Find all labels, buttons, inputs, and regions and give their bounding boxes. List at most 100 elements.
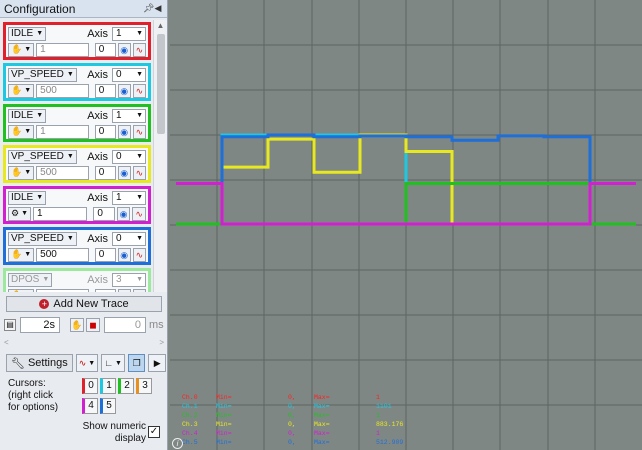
trace-row-2: ✋ ▼ 1 0 ◉ ∿ [8,124,147,139]
scope-plot[interactable]: Ch.0 Min= 0, Max= 1 Ch.1 Min= 0, Max= 1101 Ch.2 Min… [170,0,642,450]
trace-mode-dropdown[interactable]: ✋▼ [8,83,35,98]
trigger-wave-icon[interactable]: ∿ [132,206,146,221]
pin-icon[interactable]: 📌︎ [143,3,154,14]
trigger-stop-icon[interactable]: ◼ [86,318,100,332]
cursors-label-line1: Cursors: [8,378,46,389]
time-slider[interactable]: < > [4,338,164,348]
trace-mode-dropdown[interactable]: ✋▼ [8,42,35,57]
trace-type-dropdown[interactable]: DPOS ▼ [8,272,53,287]
eye-icon[interactable]: ◉ [117,124,131,139]
trace-offset-input[interactable]: 0 [94,247,116,262]
trace-offset-input[interactable]: 0 [93,206,115,221]
trace-config-2: IDLE ▼ Axis 1 ▼ ✋ ▼ 1 0 ◉ ∿ [3,104,151,142]
trigger-icon[interactable]: ✋ [70,318,84,332]
chevron-down-icon: ▼ [24,46,32,53]
trace-param-input[interactable]: 500 [36,247,89,262]
hand-icon: ✋ [11,126,23,136]
trace-list-scrollbar[interactable]: ▲ [153,20,167,292]
readout-1-0: Ch.1 [182,403,198,410]
trace-offset-input[interactable]: 0 [94,42,116,57]
slider-left-icon[interactable]: < [4,338,9,348]
trigger-wave-icon[interactable]: ∿ [132,124,147,139]
trace-type-dropdown[interactable]: IDLE ▼ [8,190,47,205]
axis-dropdown[interactable]: 1 ▼ [112,26,146,41]
cursor-button-4[interactable]: 4 [82,398,98,414]
eye-icon[interactable]: ◉ [117,247,131,262]
trace-mode-dropdown[interactable]: ✋▼ [8,247,35,262]
trace-offset-input[interactable]: 0 [94,83,116,98]
trace-row-2: ✋▼ ◉∿ [8,288,147,292]
trace-param-input[interactable]: 500 [36,165,89,180]
chevron-down-icon: ▼ [88,359,96,367]
slider-right-icon[interactable]: > [159,338,164,348]
panel-title: Configuration [4,1,76,16]
axis-dropdown[interactable]: 0 ▼ [112,231,146,246]
trace-mode-dropdown[interactable]: ✋▼ [8,124,35,139]
eye-icon[interactable]: ◉ [117,288,131,292]
trace-offset-input[interactable]: 0 [94,124,116,139]
axis-dropdown[interactable]: 1 ▼ [112,108,146,123]
trace-mode-dropdown[interactable]: ⚙ ▼ [8,206,32,221]
trace-type-dropdown[interactable]: VP_SPEED ▼ [8,231,77,246]
edge-icon: ∟ [104,358,114,368]
axis-dropdown[interactable]: 1 ▼ [112,190,146,205]
trigger-wave-icon[interactable]: ∿ [132,288,147,292]
delay-input[interactable]: 0 [104,317,146,333]
hand-icon: ✋ [11,85,23,95]
readout-4-4: 1 [376,430,380,437]
eye-icon[interactable]: ◉ [117,42,131,57]
trace-param-input[interactable]: 1 [36,124,89,139]
eye-icon[interactable]: ◉ [117,165,131,180]
chevron-down-icon: ▼ [36,194,44,201]
eye-icon[interactable]: ◉ [117,83,131,98]
cursor-button-1[interactable]: 1 [100,378,116,394]
add-new-trace-button[interactable]: + Add New Trace [6,296,162,312]
cursor-button-2[interactable]: 2 [118,378,134,394]
trace-type-dropdown[interactable]: VP_SPEED ▼ [8,67,77,82]
trace-type-dropdown[interactable]: IDLE ▼ [8,108,47,123]
scroll-up-icon[interactable]: ▲ [154,20,167,32]
axis-dropdown[interactable]: 0 ▼ [112,149,146,164]
add-new-trace-label: Add New Trace [53,298,129,310]
trace-param-input[interactable] [36,288,89,292]
trace-offset-input[interactable] [94,288,116,292]
trace-mode-dropdown[interactable]: ✋▼ [8,288,35,292]
trace-param-input[interactable]: 1 [33,206,88,221]
cursor-button-0[interactable]: 0 [82,378,98,394]
axis-value: 0 [116,151,122,162]
trigger-wave-icon[interactable]: ∿ [132,247,147,262]
trigger-mode-dropdown[interactable]: ∿ ▼ [75,354,99,372]
edge-mode-dropdown[interactable]: ∟ ▼ [101,354,125,372]
trigger-wave-icon[interactable]: ∿ [132,165,147,180]
chevron-down-icon: ▼ [136,112,143,119]
chevron-down-icon: ▼ [42,276,50,283]
axis-dropdown[interactable]: 0 ▼ [112,67,146,82]
axis-dropdown[interactable]: 3 ▼ [112,272,146,287]
trace-config-0: IDLE ▼ Axis 1 ▼ ✋ ▼ 1 0 ◉ ∿ [3,22,151,60]
trigger-wave-icon[interactable]: ∿ [132,42,147,57]
trace-mode-dropdown[interactable]: ✋▼ [8,165,35,180]
trace-line-3 [176,182,636,226]
trace-row-2: ✋ ▼ 500 0 ◉ ∿ [8,247,147,262]
show-numeric-checkbox[interactable]: ✓ [148,426,160,438]
cursor-button-3[interactable]: 3 [136,378,152,394]
trace-param-input[interactable]: 500 [36,83,89,98]
collapse-icon[interactable]: ◀ [153,3,163,14]
trace-type-dropdown[interactable]: IDLE ▼ [8,26,47,41]
trace-offset-input[interactable]: 0 [94,165,116,180]
copy-button[interactable]: ❐ [127,354,146,372]
trigger-wave-icon[interactable]: ∿ [132,83,147,98]
settings-button[interactable]: 🔧︎ Settings [6,354,73,372]
chevron-down-icon: ▼ [136,235,143,242]
readout-3-4: 883.176 [376,421,403,428]
info-icon[interactable]: i [172,438,183,449]
trace-config-6: DPOS▼Axis3▼✋▼◉∿ [3,268,151,292]
trace-param-input[interactable]: 1 [36,42,89,57]
eye-icon[interactable]: ◉ [116,206,131,221]
configuration-panel: Configuration 📌︎ ◀ IDLE ▼ Axis 1 ▼ ✋ ▼ 1 0 ◉ ∿ VP_S… [0,0,168,450]
cursor-button-5[interactable]: 5 [100,398,116,414]
run-button[interactable]: ▶ [148,354,166,372]
timebase-input[interactable]: 2s [20,317,60,333]
scroll-thumb[interactable] [157,34,165,134]
trace-type-dropdown[interactable]: VP_SPEED ▼ [8,149,77,164]
